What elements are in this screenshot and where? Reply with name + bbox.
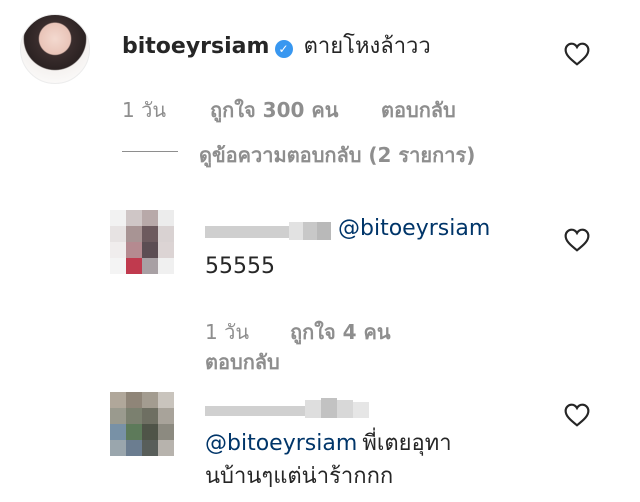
comment-time[interactable]: 1 วัน <box>122 94 166 126</box>
reply-time-1[interactable]: 1 วัน <box>205 316 249 348</box>
heart-outline-icon[interactable] <box>564 42 590 66</box>
replies-divider <box>122 151 178 152</box>
reply-avatar-1[interactable] <box>110 210 174 274</box>
view-replies-button[interactable]: ดูข้อความตอบกลับ (2 รายการ) <box>199 139 475 171</box>
comment-likes[interactable]: ถูกใจ 300 คน <box>210 94 338 126</box>
reply-text-2: พี่เตยอุทา <box>362 431 452 456</box>
reply-likes-1[interactable]: ถูกใจ 4 คน <box>290 316 391 348</box>
avatar-bitoeyrsiam[interactable] <box>20 14 90 84</box>
reply-button-1[interactable]: ตอบกลับ <box>205 346 280 378</box>
reply-avatar-2[interactable] <box>110 392 174 456</box>
reply-mention-1[interactable]: @bitoeyrsiam <box>338 216 490 241</box>
main-comment-line: bitoeyrsiam ✓ ตายโหงล้าวว <box>122 28 431 63</box>
comment-text: ตายโหงล้าวว <box>303 34 431 59</box>
reply-text-1: 55555 <box>205 254 275 279</box>
reply-text-2-line2: นบ้านๆแต่น่าร้ากกก <box>205 464 394 489</box>
censored-username-1 <box>205 222 333 240</box>
reply-button[interactable]: ตอบกลับ <box>381 94 456 126</box>
reply-text-2-line1: @bitoeyrsiam พี่เตยอุทา <box>205 425 452 460</box>
comment-username[interactable]: bitoeyrsiam <box>122 34 269 59</box>
reply-mention-2[interactable]: @bitoeyrsiam <box>205 431 357 456</box>
heart-outline-icon[interactable] <box>564 228 590 252</box>
censored-username-2 <box>205 398 370 420</box>
heart-outline-icon[interactable] <box>564 403 590 427</box>
verified-badge-icon: ✓ <box>274 39 293 58</box>
